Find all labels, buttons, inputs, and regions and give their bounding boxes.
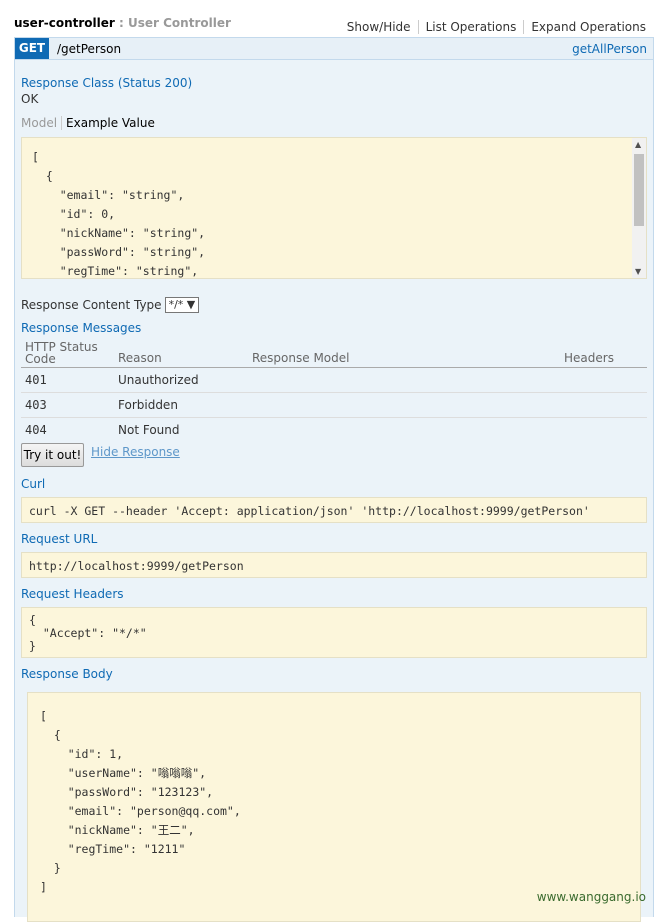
col-headers: Headers bbox=[560, 339, 647, 368]
headers bbox=[560, 392, 647, 418]
col-status-code: HTTP Status Code bbox=[21, 339, 114, 368]
dropdown-arrow-icon: ▼ bbox=[186, 298, 196, 311]
try-it-out-button[interactable]: Try it out! bbox=[21, 443, 84, 467]
model-tab[interactable]: Model bbox=[21, 116, 63, 130]
hide-response-link[interactable]: Hide Response bbox=[91, 445, 180, 459]
operation-panel: GET /getPerson getAllPerson Response Cla… bbox=[14, 37, 654, 922]
response-model bbox=[248, 367, 560, 393]
response-body-code: [ { "id": 1, "userName": "嗡嗡嗡", "passWor… bbox=[40, 709, 241, 894]
request-headers-line: "Accept": "*/*" bbox=[29, 626, 147, 640]
table-row: 404 Not Found bbox=[21, 418, 647, 443]
request-headers-line: } bbox=[29, 639, 36, 653]
request-url-value: http://localhost:9999/getPerson bbox=[29, 559, 244, 573]
reason: Forbidden bbox=[114, 392, 248, 418]
response-class-value: OK bbox=[21, 92, 39, 106]
operation-heading[interactable]: GET /getPerson getAllPerson bbox=[15, 38, 653, 60]
status-code: 403 bbox=[21, 392, 114, 418]
col-response-model: Response Model bbox=[248, 339, 560, 368]
headers bbox=[560, 367, 647, 393]
col-reason: Reason bbox=[114, 339, 248, 368]
reason: Not Found bbox=[118, 423, 180, 438]
example-value-tab[interactable]: Example Value bbox=[62, 116, 155, 130]
http-method-badge[interactable]: GET bbox=[15, 38, 49, 59]
scrollbar-thumb[interactable] bbox=[634, 154, 644, 226]
response-body-box[interactable]: [ { "id": 1, "userName": "嗡嗡嗡", "passWor… bbox=[27, 692, 641, 922]
curl-command: curl -X GET --header 'Accept: applicatio… bbox=[29, 504, 590, 518]
curl-label: Curl bbox=[21, 477, 46, 491]
response-model bbox=[248, 418, 560, 443]
request-headers-line: { bbox=[29, 613, 36, 627]
example-value-code: [ { "email": "string", "id": 0, "nickNam… bbox=[32, 150, 206, 278]
controller-name[interactable]: user-controller bbox=[14, 16, 115, 30]
show-hide-link[interactable]: Show/Hide bbox=[340, 20, 419, 34]
content-type-select[interactable]: */* ▼ bbox=[164, 297, 200, 313]
watermark: www.wanggang.io bbox=[536, 890, 646, 904]
response-messages-table: HTTP Status Code Reason Response Model H… bbox=[21, 339, 647, 443]
resource-title[interactable]: user-controller : User Controller bbox=[14, 16, 231, 30]
operation-id[interactable]: getAllPerson bbox=[572, 42, 647, 56]
response-class-label: Response Class (Status 200) bbox=[21, 76, 193, 90]
table-row: 403 Forbidden bbox=[21, 392, 647, 418]
status-code: 404 bbox=[25, 423, 47, 438]
expand-operations-link[interactable]: Expand Operations bbox=[524, 20, 646, 34]
scroll-up-arrow-icon[interactable]: ▲ bbox=[635, 140, 641, 149]
status-code: 401 bbox=[21, 367, 114, 393]
request-headers-box[interactable]: { "Accept": "*/*" } bbox=[21, 607, 647, 658]
table-row: 401 Unauthorized bbox=[21, 367, 647, 393]
response-messages-label: Response Messages bbox=[21, 321, 142, 335]
reason: Unauthorized bbox=[114, 367, 248, 393]
response-body-label: Response Body bbox=[21, 667, 113, 681]
content-type-selected: */* bbox=[168, 298, 184, 311]
model-tabs: Model Example Value bbox=[21, 116, 155, 130]
list-operations-link[interactable]: List Operations bbox=[419, 20, 525, 34]
controller-description: User Controller bbox=[128, 16, 231, 30]
headers bbox=[560, 418, 647, 443]
example-value-box[interactable]: [ { "email": "string", "id": 0, "nickNam… bbox=[21, 137, 647, 279]
request-headers-label: Request Headers bbox=[21, 587, 124, 601]
response-model bbox=[248, 392, 560, 418]
operation-path[interactable]: /getPerson bbox=[57, 42, 121, 56]
request-url-box[interactable]: http://localhost:9999/getPerson bbox=[21, 552, 647, 578]
title-separator: : bbox=[119, 16, 124, 30]
scroll-down-arrow-icon[interactable]: ▼ bbox=[635, 267, 641, 276]
example-scrollbar[interactable]: ▲ ▼ bbox=[632, 138, 646, 278]
request-url-label: Request URL bbox=[21, 532, 98, 546]
content-type-label: Response Content Type bbox=[21, 298, 162, 312]
resource-links: Show/Hide List Operations Expand Operati… bbox=[340, 20, 646, 34]
resource-header: user-controller : User Controller Show/H… bbox=[14, 14, 652, 36]
curl-box[interactable]: curl -X GET --header 'Accept: applicatio… bbox=[21, 497, 647, 523]
response-content-type: Response Content Type */* ▼ bbox=[21, 297, 200, 313]
